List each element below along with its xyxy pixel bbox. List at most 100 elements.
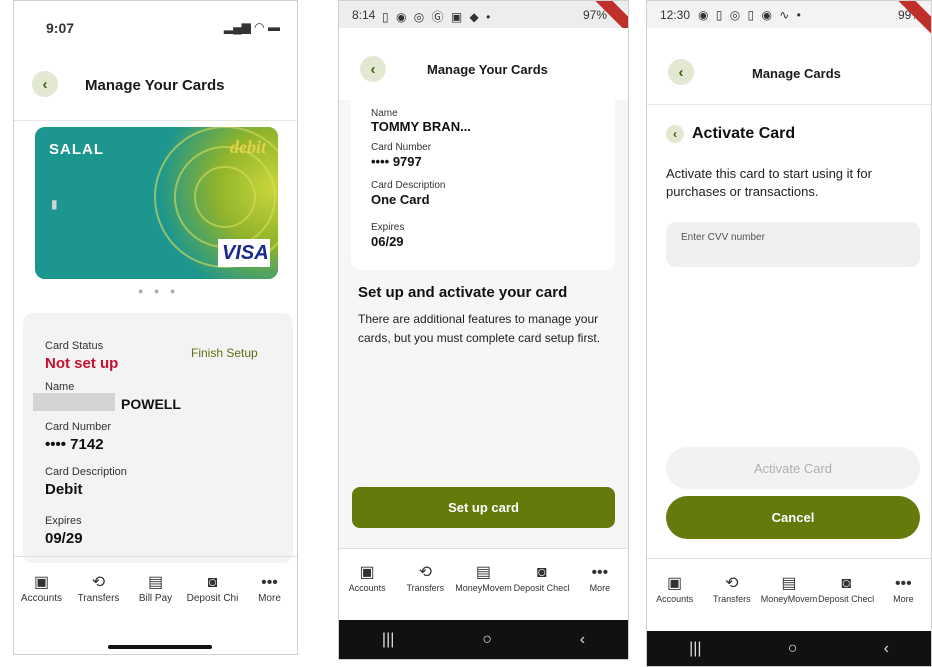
more-icon: ••• bbox=[261, 574, 278, 591]
status-time: 9:07 bbox=[46, 20, 75, 36]
bill-icon: ▤ bbox=[147, 574, 164, 591]
page-title: Manage Your Cards bbox=[85, 77, 225, 94]
card-brand-logo: SALAL bbox=[49, 141, 104, 158]
status-battery: 97% bbox=[582, 8, 607, 22]
nav-label: Deposit Checl bbox=[513, 583, 570, 593]
nav-deposit[interactable]: ◙ Deposit Checl bbox=[513, 563, 571, 593]
cvv-input[interactable]: Enter CVV number bbox=[666, 222, 920, 267]
cvv-placeholder: Enter CVV number bbox=[681, 232, 765, 243]
back-system-button[interactable]: ‹ bbox=[580, 631, 585, 649]
nav-more[interactable]: ••• More bbox=[241, 573, 298, 604]
expires-value: 09/29 bbox=[45, 530, 83, 547]
expires-value: 06/29 bbox=[371, 234, 404, 249]
section-back-button[interactable]: ‹ bbox=[666, 125, 684, 143]
nav-money-movement[interactable]: ▤ MoneyMovem bbox=[454, 563, 512, 593]
expires-label: Expires bbox=[371, 222, 405, 233]
nav-accounts[interactable]: ▣ Accounts bbox=[646, 574, 703, 604]
status-notification-icons: ▯ ◉ ◎ Ⓖ ▣ ◆ • bbox=[382, 10, 493, 24]
home-indicator[interactable] bbox=[108, 645, 212, 649]
nav-label: More bbox=[589, 583, 611, 593]
redacted-first-name bbox=[33, 393, 115, 411]
page-title: Manage Your Cards bbox=[427, 62, 548, 77]
nav-deposit[interactable]: ◙ Deposit Checl bbox=[818, 574, 875, 604]
card-description-value: Debit bbox=[45, 481, 83, 498]
set-up-card-button[interactable]: Set up card bbox=[352, 487, 615, 528]
visa-logo: VISA bbox=[222, 242, 269, 264]
more-icon: ••• bbox=[591, 564, 609, 581]
nav-label: MoneyMovem bbox=[455, 583, 512, 593]
nav-label: Deposit Chi bbox=[186, 593, 239, 604]
finish-setup-link[interactable]: Finish Setup bbox=[191, 346, 258, 360]
recent-apps-button[interactable]: ||| bbox=[689, 640, 701, 658]
back-button[interactable]: ‹ bbox=[360, 56, 386, 82]
nav-money-movement[interactable]: ▤ MoneyMovem bbox=[760, 574, 818, 604]
status-bar: 9:07 ▂▄▆ ◠ ▬ bbox=[13, 0, 298, 36]
header-divider bbox=[646, 104, 932, 105]
carousel-dots[interactable]: ● ● ● bbox=[138, 286, 179, 296]
page-title: Manage Cards bbox=[752, 66, 841, 81]
nav-more[interactable]: ••• More bbox=[571, 563, 629, 593]
more-icon: ••• bbox=[894, 575, 912, 592]
setup-body: There are additional features to manage … bbox=[358, 312, 601, 345]
nav-bill-pay[interactable]: ▤ Bill Pay bbox=[127, 573, 184, 604]
nav-deposit[interactable]: ◙ Deposit Chi bbox=[184, 573, 241, 604]
status-icons: ▂▄▆ ◠ ▬ bbox=[223, 20, 280, 34]
bill-icon: ▤ bbox=[475, 564, 492, 581]
name-value: TOMMY BRAN... bbox=[371, 119, 471, 134]
cancel-button[interactable]: Cancel bbox=[666, 496, 920, 539]
nav-transfers[interactable]: ⟲ Transfers bbox=[396, 563, 454, 593]
nav-accounts[interactable]: ▣ Accounts bbox=[338, 563, 396, 593]
card-number-value: •••• 7142 bbox=[45, 436, 104, 453]
card-number-label: Card Number bbox=[45, 421, 112, 433]
recent-apps-button[interactable]: ||| bbox=[382, 631, 394, 649]
phone-screen-3: 12:30 ◉ ▯ ◎ ▯ ◉ ∿ • 99% ‹ Manage Cards ‹… bbox=[646, 0, 932, 667]
nav-transfers[interactable]: ⟲ Transfers bbox=[70, 573, 127, 604]
setup-heading: Set up and activate your card bbox=[358, 284, 568, 301]
nav-label: Accounts bbox=[20, 593, 63, 604]
debit-card-image[interactable]: SALAL debit ▮ VISA bbox=[35, 127, 278, 279]
card-status-label: Card Status bbox=[45, 340, 104, 352]
system-nav-bar: ||| ○ ‹ bbox=[338, 620, 629, 660]
chevron-left-icon: ‹ bbox=[678, 63, 684, 81]
nav-label: MoneyMovem bbox=[760, 594, 818, 604]
back-system-button[interactable]: ‹ bbox=[884, 640, 889, 658]
bottom-nav: ▣ Accounts ⟲ Transfers ▤ MoneyMovem ◙ Deposi… bbox=[338, 563, 629, 593]
home-button[interactable]: ○ bbox=[482, 631, 492, 649]
status-time: 8:14 bbox=[352, 8, 376, 22]
wallet-icon: ▣ bbox=[667, 575, 683, 592]
camera-icon: ◙ bbox=[207, 574, 218, 591]
card-description-value: One Card bbox=[371, 192, 430, 207]
activate-description: Activate this card to start using it for… bbox=[666, 166, 872, 199]
nav-transfers[interactable]: ⟲ Transfers bbox=[703, 574, 760, 604]
bottom-nav: ▣ Accounts ⟲ Transfers ▤ MoneyMovem ◙ Deposi… bbox=[646, 574, 932, 604]
chevron-left-icon: ‹ bbox=[42, 75, 48, 93]
back-button[interactable]: ‹ bbox=[668, 59, 694, 85]
card-number-label: Card Number bbox=[371, 142, 432, 153]
nav-label: Accounts bbox=[656, 594, 694, 604]
system-nav-bar: ||| ○ ‹ bbox=[646, 631, 932, 667]
home-button[interactable]: ○ bbox=[788, 640, 798, 658]
card-type-label: debit bbox=[230, 137, 266, 157]
status-bar: 8:14 ▯ ◉ ◎ Ⓖ ▣ ◆ • 97% bbox=[338, 0, 629, 36]
camera-icon: ◙ bbox=[841, 575, 851, 592]
section-title: Activate Card bbox=[692, 125, 796, 142]
card-details-panel: Card Status Not set up Finish Setup Name… bbox=[23, 313, 293, 563]
name-label: Name bbox=[45, 381, 75, 393]
nav-label: Transfers bbox=[77, 593, 120, 604]
chip-icon: ▮ bbox=[51, 197, 58, 211]
status-bar: 12:30 ◉ ▯ ◎ ▯ ◉ ∿ • 99% bbox=[646, 0, 932, 36]
nav-more[interactable]: ••• More bbox=[875, 574, 932, 604]
chevron-left-icon: ‹ bbox=[673, 127, 677, 141]
transfer-icon: ⟲ bbox=[91, 574, 106, 591]
card-description-label: Card Description bbox=[45, 466, 127, 478]
bill-icon: ▤ bbox=[781, 575, 797, 592]
nav-label: Deposit Checl bbox=[818, 594, 875, 604]
bottom-nav: ▣ Accounts ⟲ Transfers ▤ Bill Pay ◙ Deposit … bbox=[13, 573, 298, 604]
card-status-value: Not set up bbox=[45, 355, 119, 372]
activate-card-button[interactable]: Activate Card bbox=[666, 447, 920, 489]
transfer-icon: ⟲ bbox=[418, 564, 432, 581]
nav-accounts[interactable]: ▣ Accounts bbox=[13, 573, 70, 604]
phone-screen-2: 8:14 ▯ ◉ ◎ Ⓖ ▣ ◆ • 97% ‹ Manage Your Car… bbox=[338, 0, 629, 660]
nav-divider bbox=[13, 556, 298, 557]
back-button[interactable]: ‹ bbox=[32, 71, 58, 97]
